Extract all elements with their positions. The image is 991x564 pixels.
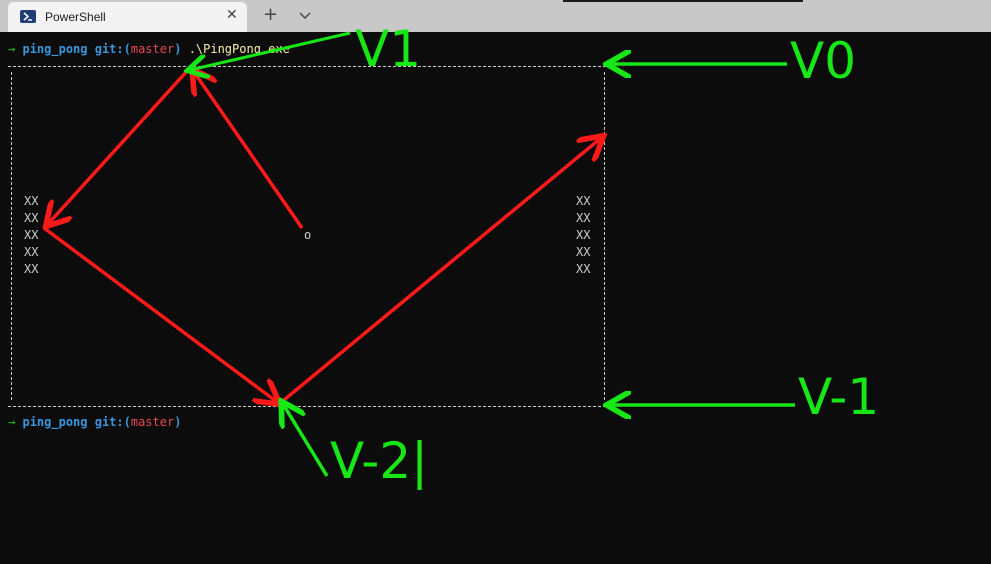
trajectory-segment-1 bbox=[194, 72, 304, 229]
annotation-v-minus-2: V-2| bbox=[330, 432, 428, 490]
annotation-v0: V0 bbox=[790, 32, 857, 90]
trajectory-segment-2 bbox=[48, 68, 190, 224]
annotation-arrow-v1 bbox=[190, 31, 351, 70]
trajectory-segment-3 bbox=[42, 226, 277, 402]
annotation-v1: V1 bbox=[355, 20, 422, 78]
annotation-arrow-v-minus-2 bbox=[283, 404, 329, 477]
trajectory-segment-4 bbox=[282, 138, 601, 402]
annotation-v-minus-1: V-1 bbox=[798, 368, 880, 426]
